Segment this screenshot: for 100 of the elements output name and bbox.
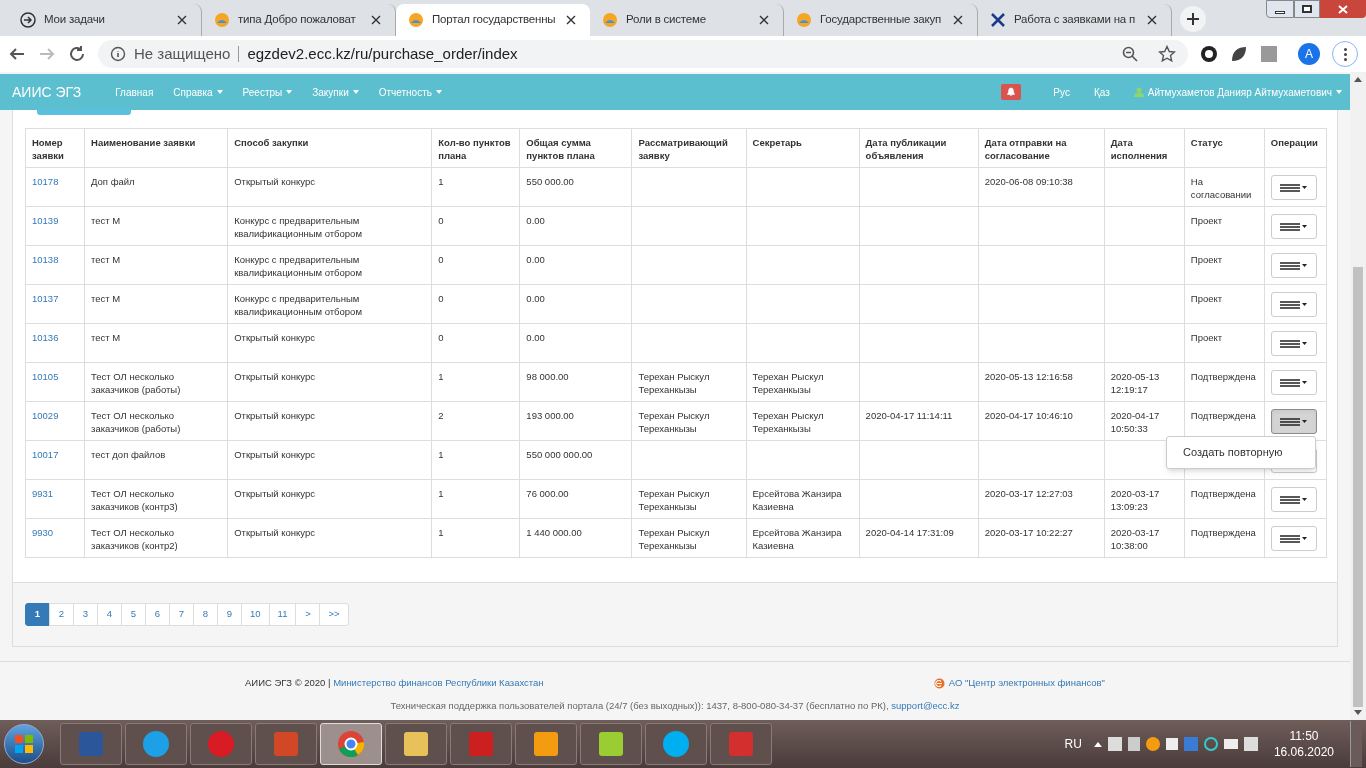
table-cell: тест доп файлов	[91, 449, 166, 460]
caret-icon	[1302, 537, 1308, 540]
leaf-icon[interactable]	[1230, 45, 1248, 63]
menu-icon	[1280, 417, 1301, 426]
table-cell: 2020-03-17 12:27:03	[984, 488, 1073, 499]
page-link[interactable]: 1	[25, 603, 50, 626]
close-icon[interactable]	[564, 13, 578, 27]
reload-icon[interactable]	[68, 45, 86, 63]
scroll-up-icon[interactable]	[1354, 76, 1362, 82]
order-number-link[interactable]: 10105	[32, 371, 59, 382]
operations-button[interactable]	[1270, 175, 1317, 200]
tab-title: типа Добро пожаловат	[238, 12, 357, 28]
caret-icon	[1302, 186, 1308, 189]
table-cell: тест М	[91, 254, 121, 265]
order-number-link[interactable]: 10137	[32, 293, 59, 304]
page-link[interactable]: 5	[121, 603, 146, 626]
zoom-out-icon[interactable]	[1122, 46, 1138, 62]
globe-icon[interactable]	[141, 729, 171, 759]
notification-button[interactable]	[1001, 84, 1022, 100]
folder-icon[interactable]	[401, 729, 431, 759]
page-link[interactable]: 4	[97, 603, 122, 626]
taskbar-button[interactable]	[580, 723, 642, 765]
taskbar-button[interactable]	[385, 723, 447, 765]
operations-button[interactable]	[1270, 526, 1317, 551]
browser-tab[interactable]: Портал государственны	[396, 4, 590, 36]
play-icon[interactable]	[531, 729, 561, 759]
table-cell: Подтверждена	[1190, 410, 1256, 421]
column-header: Общая сумма пунктов плана	[519, 128, 632, 168]
page-link[interactable]: 3	[73, 603, 98, 626]
caret-icon	[1302, 381, 1308, 384]
order-number-link[interactable]: 10029	[32, 410, 59, 421]
new-tab-button[interactable]	[1180, 6, 1206, 32]
table-cell: 2020-05-13 12:19:17	[1110, 371, 1160, 395]
order-number-link[interactable]: 9931	[32, 488, 54, 499]
tab-title: Мои задачи	[44, 12, 106, 28]
table-cell: 2	[438, 410, 444, 421]
star-icon[interactable]	[1158, 45, 1176, 63]
clock-date: 16.06.2020	[1273, 744, 1334, 760]
language-indicator[interactable]: RU	[1064, 735, 1082, 753]
chat-icon[interactable]	[661, 729, 691, 759]
operations-button[interactable]	[1270, 331, 1317, 356]
operations-button[interactable]	[1270, 214, 1317, 239]
company-link[interactable]: АО "Центр электронных финансов"	[948, 676, 1105, 691]
plus-icon	[1186, 12, 1200, 26]
page-link[interactable]: 10	[241, 603, 270, 626]
operations-button[interactable]	[1270, 487, 1317, 512]
order-number-link[interactable]: 10178	[32, 176, 59, 187]
menu-icon	[1280, 261, 1301, 270]
menu-item[interactable]: Создать повторную	[1167, 442, 1315, 463]
page-link[interactable]: >	[295, 603, 321, 626]
operations-button[interactable]	[1270, 409, 1317, 434]
close-icon[interactable]	[1145, 13, 1159, 27]
page-link[interactable]: 2	[49, 603, 74, 626]
table-cell: 0.00	[526, 254, 545, 265]
notes-icon[interactable]	[596, 729, 626, 759]
scrollbar[interactable]	[1350, 72, 1366, 720]
caret-icon	[436, 90, 442, 94]
close-window-button[interactable]	[1320, 0, 1366, 18]
order-number-link[interactable]: 9930	[32, 527, 54, 538]
close-icon[interactable]	[757, 13, 771, 27]
operations-button[interactable]	[1270, 292, 1317, 317]
minimize-button[interactable]	[1266, 0, 1294, 18]
order-number-link[interactable]: 10017	[32, 449, 59, 460]
table-cell: Терехан Рыскул Тереханкызы	[638, 527, 710, 551]
caret-icon	[1302, 420, 1308, 423]
close-icon[interactable]	[369, 13, 383, 27]
extension-icon[interactable]	[1200, 45, 1218, 63]
profile-avatar[interactable]: A	[1298, 43, 1320, 65]
table-cell: Открытый конкурс	[234, 527, 315, 538]
chrome-icon[interactable]	[336, 729, 366, 759]
order-number-link[interactable]: 10139	[32, 215, 59, 226]
url-text: egzdev2.ecc.kz/ru/purchase_order/index	[247, 43, 519, 64]
page-link[interactable]: 6	[145, 603, 170, 626]
scroll-down-icon[interactable]	[1354, 710, 1362, 716]
table-cell: 0	[438, 254, 444, 265]
taskbar-button[interactable]	[515, 723, 577, 765]
table-cell: На согласовании	[1190, 176, 1252, 200]
caret-icon	[1302, 264, 1308, 267]
page-link[interactable]: 8	[193, 603, 218, 626]
table-cell: Конкурс с предварительным квалификационным отбором	[234, 293, 362, 317]
table-cell: 1 440 000.00	[526, 527, 582, 538]
page-link[interactable]: 7	[169, 603, 194, 626]
menu-icon	[1280, 534, 1301, 543]
page-link[interactable]: >>	[319, 603, 349, 626]
order-number-link[interactable]: 10138	[32, 254, 59, 265]
address-field[interactable]: Не защищено egzdev2.ecc.kz/ru/purchase_order/index	[98, 40, 1188, 68]
close-icon[interactable]	[175, 13, 189, 27]
taskbar-button[interactable]	[125, 723, 187, 765]
email-link[interactable]: support@ecc.kz	[891, 700, 960, 712]
taskbar-button[interactable]	[645, 723, 707, 765]
order-number-link[interactable]: 10136	[32, 332, 59, 343]
page-link[interactable]: 9	[217, 603, 242, 626]
column-header: Дата исполнения	[1104, 128, 1185, 168]
ministry-link[interactable]: Министерство финансов Республики Казахстан	[333, 677, 544, 688]
operations-button[interactable]	[1270, 253, 1317, 278]
maximize-button[interactable]	[1294, 0, 1320, 18]
close-icon[interactable]	[951, 13, 965, 27]
page-link[interactable]: 11	[268, 603, 297, 626]
start-button[interactable]	[4, 724, 44, 764]
operations-button[interactable]	[1270, 370, 1317, 395]
